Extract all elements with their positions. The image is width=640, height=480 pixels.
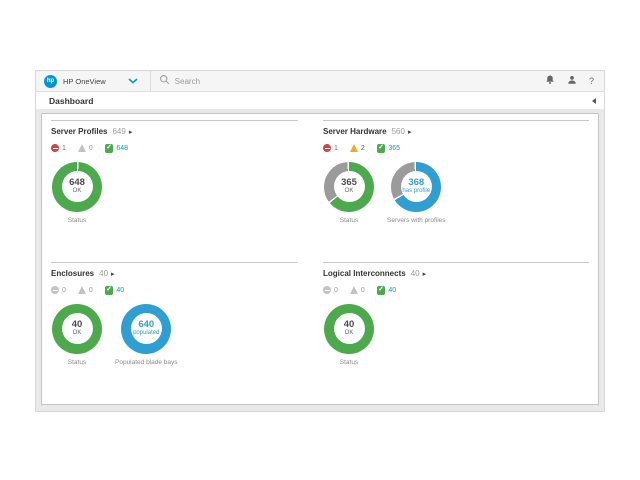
ok-icon: ✓ (377, 286, 386, 295)
warning-icon (350, 286, 358, 294)
dashboard-body: Server Profiles 649 ▸ 1 0 ✓ 648 (36, 109, 604, 412)
donut-value: 640 (138, 320, 154, 330)
donut-label: Servers with profiles (387, 217, 446, 224)
panel-count[interactable]: 40 (411, 269, 420, 278)
profiles-donut[interactable]: 368 has profile (391, 162, 441, 212)
collapse-icon[interactable] (592, 98, 596, 104)
warning-status[interactable]: 0 (78, 144, 93, 152)
critical-status[interactable]: 0 (323, 286, 338, 294)
donut-label: Status (340, 359, 358, 366)
donut-subtext: has profile (402, 188, 430, 195)
critical-count: 1 (334, 145, 338, 152)
user-icon[interactable] (567, 72, 577, 90)
ok-status[interactable]: ✓ 40 (377, 286, 396, 295)
panel-title[interactable]: Enclosures (51, 269, 94, 278)
brand-menu-label[interactable]: HP OneView (63, 77, 106, 86)
critical-icon (323, 144, 331, 152)
warning-count: 0 (89, 145, 93, 152)
donut-label: Status (340, 217, 358, 224)
donut-subtext: OK (345, 188, 354, 195)
more-arrow-icon[interactable]: ▸ (408, 128, 412, 136)
ok-icon: ✓ (377, 144, 386, 153)
warning-count: 0 (89, 287, 93, 294)
status-donut[interactable]: 40 OK (52, 304, 102, 354)
populated-donut[interactable]: 640 populated (121, 304, 171, 354)
donut-subtext: OK (345, 330, 354, 337)
more-arrow-icon[interactable]: ▸ (423, 270, 427, 278)
donut-subtext: populated (133, 330, 159, 337)
critical-status[interactable]: 0 (51, 286, 66, 294)
donut-label: Status (68, 359, 86, 366)
warning-status[interactable]: 2 (350, 144, 365, 152)
help-icon[interactable]: ? (589, 76, 594, 86)
ok-icon: ✓ (105, 144, 114, 153)
ok-count: 40 (116, 287, 124, 294)
donut-subtext: OK (73, 330, 82, 337)
panel-count[interactable]: 560 (392, 127, 405, 136)
panel-title[interactable]: Logical Interconnects (323, 269, 406, 278)
donut-label: Status (68, 217, 86, 224)
dashboard-panel: Server Profiles 649 ▸ 1 0 ✓ 648 (41, 113, 599, 405)
critical-count: 1 (62, 145, 66, 152)
status-donut[interactable]: 648 OK (52, 162, 102, 212)
donut-value: 648 (69, 178, 85, 188)
panel-server-hardware: Server Hardware 560 ▸ 1 2 ✓ 365 (323, 120, 589, 260)
panel-server-profiles: Server Profiles 649 ▸ 1 0 ✓ 648 (51, 120, 298, 260)
bell-icon[interactable] (545, 72, 555, 90)
warning-icon (78, 144, 86, 152)
critical-count: 0 (334, 287, 338, 294)
warning-count: 2 (361, 145, 365, 152)
top-bar: hp HP OneView ? (36, 71, 604, 92)
warning-icon (350, 144, 358, 152)
critical-status[interactable]: 1 (51, 144, 66, 152)
critical-icon (51, 286, 59, 294)
warning-icon (78, 286, 86, 294)
app-window: hp HP OneView ? Dashboard (35, 70, 605, 412)
more-arrow-icon[interactable]: ▸ (129, 128, 133, 136)
ok-status[interactable]: ✓ 648 (105, 144, 128, 153)
critical-status[interactable]: 1 (323, 144, 338, 152)
page-header: Dashboard (36, 92, 604, 109)
panel-enclosures: Enclosures 40 ▸ 0 0 ✓ 40 (51, 262, 298, 402)
ok-icon: ✓ (105, 286, 114, 295)
search-icon (159, 72, 170, 90)
warning-status[interactable]: 0 (350, 286, 365, 294)
ok-status[interactable]: ✓ 365 (377, 144, 400, 153)
ok-count: 365 (388, 145, 400, 152)
panel-title[interactable]: Server Profiles (51, 127, 107, 136)
critical-icon (323, 286, 331, 294)
donut-value: 368 (408, 178, 424, 188)
chevron-down-icon[interactable] (128, 78, 138, 84)
panel-count[interactable]: 649 (112, 127, 125, 136)
status-donut[interactable]: 365 OK (324, 162, 374, 212)
donut-label: Populated blade bays (115, 359, 178, 366)
donut-subtext: OK (73, 188, 82, 195)
ok-count: 648 (116, 145, 128, 152)
hp-logo-icon: hp (44, 75, 57, 88)
search-input[interactable] (175, 77, 375, 86)
panel-logical-interconnects: Logical Interconnects 40 ▸ 0 0 ✓ (323, 262, 589, 402)
donut-value: 365 (341, 178, 357, 188)
search-box[interactable] (159, 72, 545, 90)
donut-value: 40 (72, 320, 83, 330)
donut-value: 40 (344, 320, 355, 330)
panel-title[interactable]: Server Hardware (323, 127, 387, 136)
critical-icon (51, 144, 59, 152)
status-donut[interactable]: 40 OK (324, 304, 374, 354)
more-arrow-icon[interactable]: ▸ (111, 270, 115, 278)
ok-count: 40 (388, 287, 396, 294)
ok-status[interactable]: ✓ 40 (105, 286, 124, 295)
critical-count: 0 (62, 287, 66, 294)
divider (150, 71, 151, 92)
panel-count[interactable]: 40 (99, 269, 108, 278)
page-title: Dashboard (49, 96, 93, 106)
warning-status[interactable]: 0 (78, 286, 93, 294)
warning-count: 0 (361, 287, 365, 294)
